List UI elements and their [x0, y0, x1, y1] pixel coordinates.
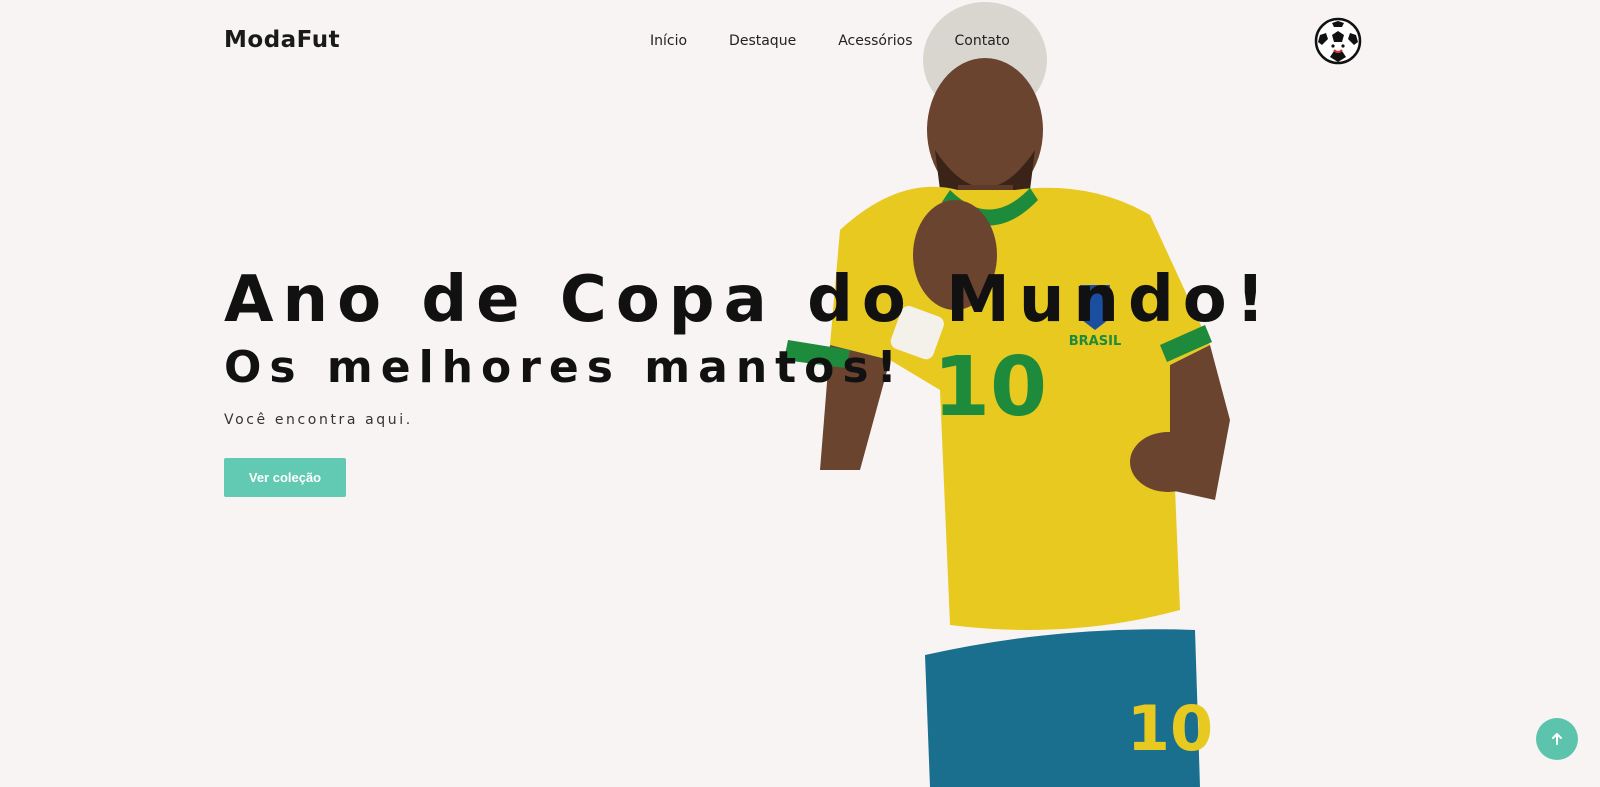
page: 10 BRASIL 10 ModaFut Início Destaque Ace… — [0, 0, 1600, 787]
nav-item-acessorios[interactable]: Acessórios — [838, 33, 912, 49]
hero-title: Ano de Copa do Mundo! — [224, 263, 1274, 337]
nav-item-inicio[interactable]: Início — [650, 33, 687, 49]
nav-item-contato[interactable]: Contato — [955, 33, 1010, 49]
arrow-up-icon — [1552, 733, 1562, 745]
svg-text:10: 10 — [1127, 692, 1213, 765]
site-header: ModaFut Início Destaque Acessórios Conta… — [0, 0, 1600, 86]
hero-section: Ano de Copa do Mundo! Os melhores mantos… — [224, 262, 1274, 497]
hero-subtitle: Os melhores mantos! — [224, 342, 905, 393]
view-collection-button[interactable]: Ver coleção — [224, 458, 346, 497]
nav-item-destaque[interactable]: Destaque — [729, 33, 796, 49]
soccer-ball-icon[interactable] — [1314, 17, 1362, 65]
main-nav: Início Destaque Acessórios Contato — [650, 33, 1052, 49]
back-to-top-button[interactable] — [1536, 718, 1578, 760]
site-logo[interactable]: ModaFut — [224, 27, 340, 53]
hero-description: Você encontra aqui. — [224, 412, 413, 428]
